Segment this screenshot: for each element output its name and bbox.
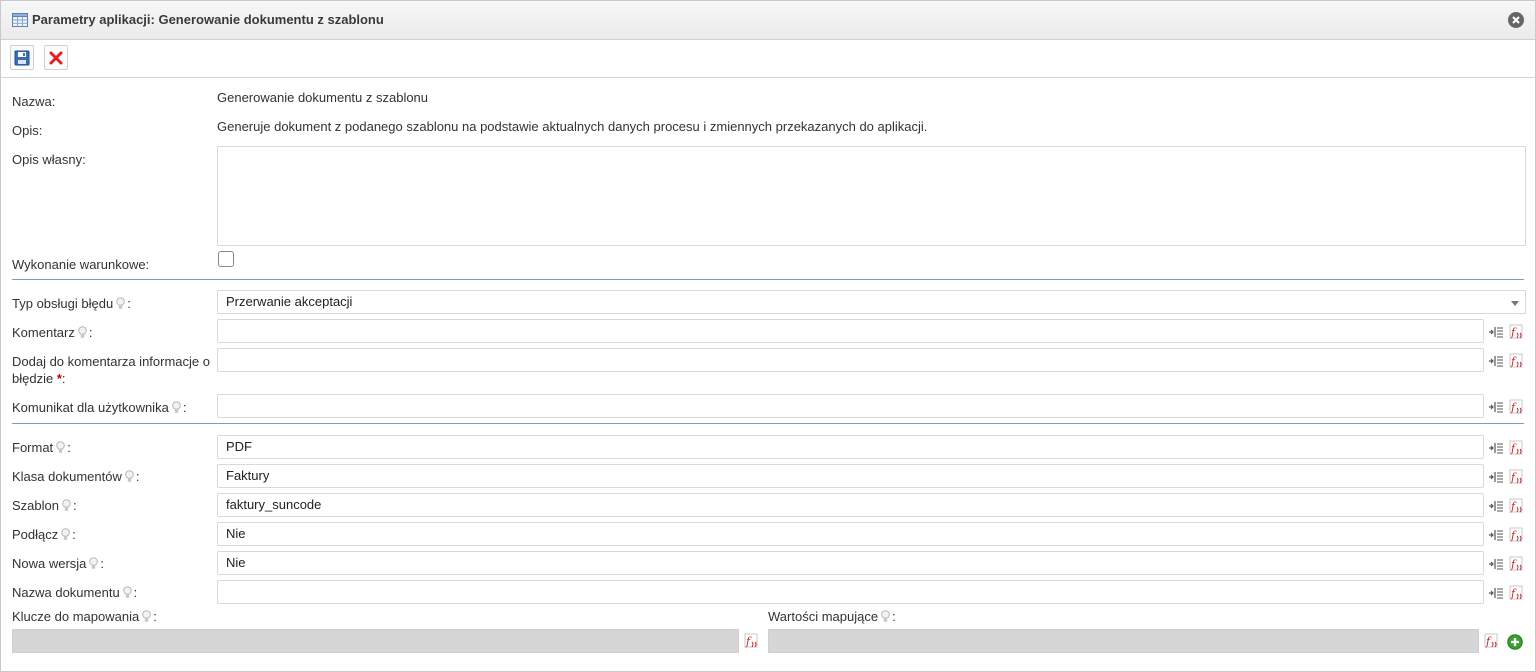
function-editor-icon[interactable]: f (1509, 324, 1525, 340)
name-label: Nazwa: (12, 94, 56, 109)
document-class-label-text: Klasa dokumentów (12, 469, 122, 484)
format-label: Format: (12, 440, 71, 455)
lightbulb-icon (122, 586, 132, 598)
add-error-info-label: Dodaj do komentarza informacje o błędzie… (12, 354, 210, 386)
function-editor-icon[interactable]: f (1509, 469, 1525, 485)
add-error-info-label-line2: błędzie (12, 371, 54, 386)
conditional-execution-checkbox[interactable] (218, 251, 234, 267)
new-version-input[interactable]: Nie (217, 551, 1484, 575)
section-divider (12, 423, 1524, 424)
lightbulb-icon (56, 441, 65, 453)
conditional-execution-label: Wykonanie warunkowe: (12, 257, 150, 272)
close-button[interactable] (1508, 12, 1524, 28)
user-message-input[interactable] (217, 394, 1484, 418)
document-class-input[interactable]: Faktury (217, 464, 1484, 488)
required-marker: * (56, 371, 62, 386)
attach-input[interactable]: Nie (217, 522, 1484, 546)
lightbulb-icon (116, 297, 125, 309)
template-label: Szablon: (12, 498, 77, 513)
add-error-info-input[interactable] (217, 348, 1484, 372)
comment-label: Komentarz: (12, 325, 93, 340)
user-message-label: Komunikat dla użytkownika: (12, 400, 187, 415)
table-icon (12, 13, 28, 27)
function-editor-icon[interactable]: f (1509, 556, 1525, 572)
cancel-button[interactable] (44, 45, 68, 70)
insert-variable-icon[interactable] (1488, 353, 1504, 369)
mapping-values-label: Wartości mapujące: (768, 609, 896, 624)
save-button[interactable] (10, 45, 34, 70)
template-input[interactable]: faktury_suncode (217, 493, 1484, 517)
insert-variable-icon[interactable] (1488, 469, 1504, 485)
description-label: Opis: (12, 123, 43, 138)
function-editor-icon[interactable]: f (1509, 353, 1525, 369)
insert-variable-icon[interactable] (1488, 399, 1504, 415)
new-version-label: Nowa wersja: (12, 556, 105, 571)
close-icon (1512, 16, 1520, 24)
function-editor-icon[interactable]: f (1509, 399, 1525, 415)
function-editor-icon[interactable]: f (1509, 527, 1525, 543)
error-type-select[interactable]: Przerwanie akceptacji (217, 290, 1526, 314)
cancel-icon (49, 51, 63, 65)
save-icon (14, 50, 30, 66)
function-editor-icon[interactable]: f (744, 633, 760, 649)
document-name-label-text: Nazwa dokumentu (12, 585, 120, 600)
mapping-keys-label-text: Klucze do mapowania (12, 609, 140, 624)
format-input[interactable]: PDF (217, 435, 1484, 459)
mapping-keys-field[interactable] (12, 629, 739, 653)
lightbulb-icon (78, 326, 87, 338)
lightbulb-icon (62, 499, 71, 511)
insert-variable-icon[interactable] (1488, 556, 1504, 572)
function-editor-icon[interactable]: f (1509, 585, 1525, 601)
lightbulb-icon (881, 610, 890, 622)
chevron-down-icon (1511, 301, 1519, 306)
insert-variable-icon[interactable] (1488, 440, 1504, 456)
document-name-label: Nazwa dokumentu: (12, 585, 138, 600)
user-message-label-text: Komunikat dla użytkownika (12, 400, 169, 415)
lightbulb-icon (61, 528, 71, 540)
function-editor-icon[interactable]: f (1509, 440, 1525, 456)
document-name-input[interactable] (217, 580, 1484, 604)
insert-variable-icon[interactable] (1488, 498, 1504, 514)
dialog-title: Parametry aplikacji: Generowanie dokumen… (32, 12, 384, 27)
lightbulb-icon (172, 401, 181, 413)
add-error-info-label-line1: Dodaj do komentarza informacje o (12, 354, 210, 369)
description-value: Generuje dokument z podanego szablonu na… (217, 119, 928, 134)
insert-variable-icon[interactable] (1488, 324, 1504, 340)
mapping-values-label-text: Wartości mapujące (768, 609, 879, 624)
lightbulb-icon (125, 470, 134, 482)
attach-label: Podłącz: (12, 527, 76, 542)
insert-variable-icon[interactable] (1488, 585, 1504, 601)
error-type-label-text: Typ obsługi błędu (12, 296, 114, 311)
app-parameters-dialog: Parametry aplikacji: Generowanie dokumen… (0, 0, 1536, 672)
function-editor-icon[interactable]: f (1509, 498, 1525, 514)
mapping-keys-label: Klucze do mapowania: (12, 609, 157, 624)
lightbulb-icon (142, 610, 152, 622)
mapping-values-field[interactable] (768, 629, 1479, 653)
document-class-label: Klasa dokumentów: (12, 469, 140, 484)
error-type-label: Typ obsługi błędu: (12, 296, 131, 311)
toolbar (1, 40, 1535, 78)
own-description-label: Opis własny: (12, 152, 86, 167)
title-bar: Parametry aplikacji: Generowanie dokumen… (1, 1, 1535, 40)
name-value: Generowanie dokumentu z szablonu (217, 90, 429, 105)
format-label-text: Format (12, 440, 54, 455)
add-row-icon[interactable] (1507, 634, 1523, 650)
new-version-label-text: Nowa wersja (12, 556, 87, 571)
own-description-textarea[interactable] (217, 146, 1526, 246)
comment-input[interactable] (217, 319, 1484, 343)
comment-label-text: Komentarz (12, 325, 75, 340)
template-label-text: Szablon (12, 498, 59, 513)
insert-variable-icon[interactable] (1488, 527, 1504, 543)
section-divider (12, 279, 1524, 280)
attach-label-text: Podłącz (12, 527, 59, 542)
lightbulb-icon (89, 557, 99, 569)
error-type-value: Przerwanie akceptacji (226, 294, 353, 309)
function-editor-icon[interactable]: f (1484, 633, 1500, 649)
